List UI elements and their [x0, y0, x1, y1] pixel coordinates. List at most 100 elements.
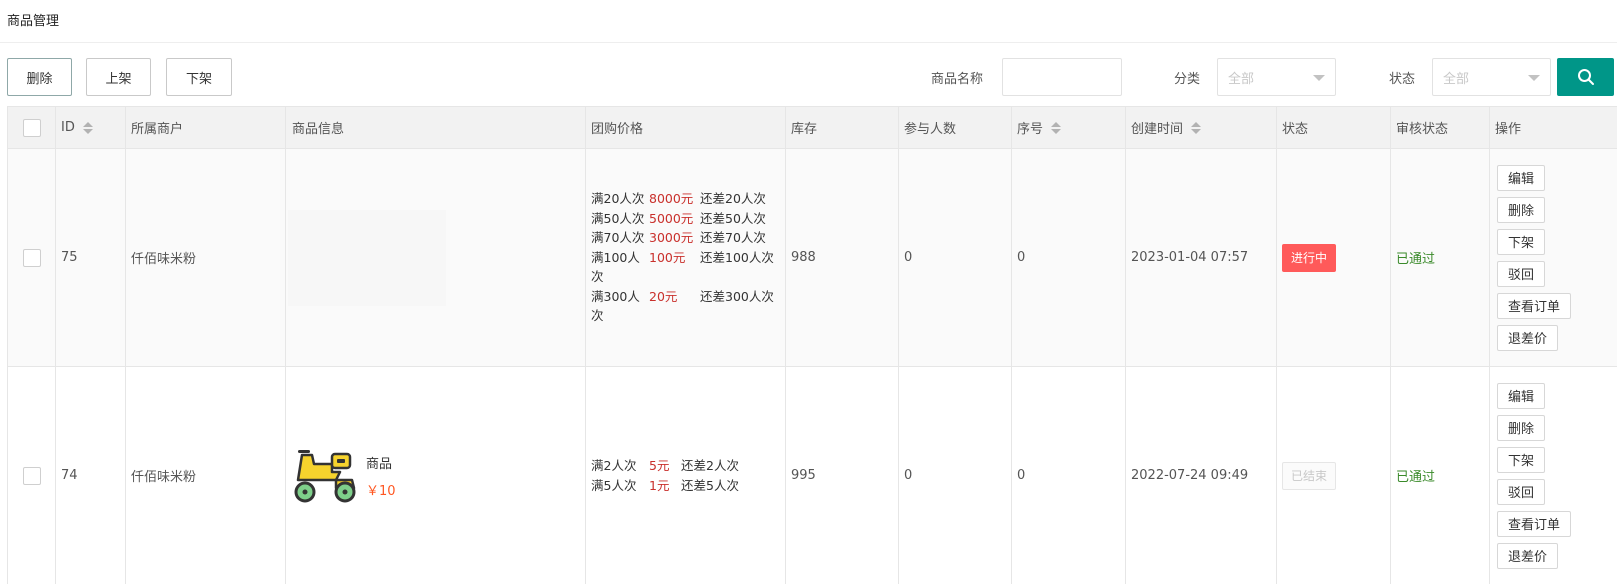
row-checkbox-cell [8, 367, 56, 584]
delete-row-button[interactable]: 删除 [1497, 196, 1546, 223]
header-id-label: ID [61, 120, 75, 135]
tier-condition: 满5人次 [591, 477, 637, 493]
category-select-value: 全部 [1228, 71, 1255, 87]
category-select[interactable]: 全部 [1217, 58, 1336, 96]
cell-merchant: 仟佰味米粉 [126, 149, 286, 366]
scooter-icon [294, 449, 356, 502]
audit-status: 已通过 [1396, 252, 1436, 267]
page-title: 商品管理 [7, 14, 60, 29]
select-all-checkbox[interactable] [22, 118, 41, 137]
refund-diff-button[interactable]: 退差价 [1497, 542, 1559, 569]
header-group-price: 团购价格 [586, 107, 786, 148]
cell-ops: 编辑 删除 下架 驳回 查看订单 退差价 [1490, 149, 1578, 366]
cell-id: 75 [56, 149, 126, 366]
price-tier: 满50人次 5000元 还差50人次 [591, 209, 774, 229]
header-seq[interactable]: 序号 [1012, 107, 1126, 148]
view-orders-button[interactable]: 查看订单 [1497, 510, 1572, 537]
tier-price: 3000元 [649, 230, 694, 246]
reject-button[interactable]: 驳回 [1497, 478, 1546, 505]
chevron-down-icon [1313, 75, 1325, 81]
tier-condition: 满70人次 [591, 230, 645, 246]
edit-button[interactable]: 编辑 [1497, 164, 1546, 191]
price-tier: 满5人次 1元 还差5人次 [591, 476, 739, 496]
goods-name-label: 商品名称 [931, 72, 984, 87]
take-down-button[interactable]: 下架 [1497, 446, 1546, 473]
edit-button[interactable]: 编辑 [1497, 382, 1546, 409]
search-button[interactable] [1557, 58, 1614, 96]
cell-goods-info: 商品 ￥10 [286, 367, 586, 584]
status-label: 状态 [1389, 72, 1416, 87]
goods-price: ￥10 [366, 483, 396, 499]
tier-remain: 还差5人次 [681, 477, 739, 493]
sort-icon[interactable] [1051, 121, 1062, 134]
table-row: 74 仟佰味米粉 商品 ￥10 满2人次 5元 还差2人次 满5人次 1元 还差… [8, 367, 1617, 584]
cell-merchant: 仟佰味米粉 [126, 367, 286, 584]
header-stock-label: 库存 [791, 122, 818, 137]
table-header-row: ID 所属商户 商品信息 团购价格 库存 参与人数 序号 创建时间 状态 审核状… [8, 107, 1617, 149]
take-down-button[interactable]: 下架 [1497, 228, 1546, 255]
row-checkbox[interactable] [22, 248, 41, 267]
cell-stock: 995 [786, 367, 899, 584]
tier-condition: 满2人次 [591, 458, 637, 473]
reject-button[interactable]: 驳回 [1497, 260, 1546, 287]
cell-group-price: 满20人次 8000元 还差20人次 满50人次 5000元 还差50人次 满70人次 3… [586, 149, 786, 366]
ops-group: 编辑 删除 下架 驳回 查看订单 退差价 [1495, 382, 1572, 569]
title-divider [0, 42, 1617, 43]
cell-stock: 988 [786, 149, 899, 366]
price-tier: 满20人次 8000元 还差20人次 [591, 189, 774, 209]
price-tier: 满70人次 3000元 还差70人次 [591, 228, 774, 248]
header-created-label: 创建时间 [1131, 122, 1184, 137]
tier-condition: 满20人次 [591, 191, 645, 207]
refund-diff-button[interactable]: 退差价 [1497, 324, 1559, 351]
tier-remain: 还差2人次 [681, 458, 739, 473]
tier-remain: 还差20人次 [700, 191, 766, 207]
price-tier: 满100人次 100元 还差100人次 [591, 248, 774, 287]
table-row: 75 仟佰味米粉 满20人次 8000元 还差20人次 满50人次 5000元 还差50… [8, 149, 1617, 367]
sort-icon[interactable] [82, 121, 93, 134]
delete-button[interactable]: 删除 [7, 58, 72, 96]
header-id[interactable]: ID [56, 107, 126, 148]
tier-price: 8000元 [649, 191, 694, 207]
tier-remain: 还差70人次 [700, 230, 766, 246]
ops-group: 编辑 删除 下架 驳回 查看订单 退差价 [1495, 164, 1572, 351]
goods-meta: 商品 ￥10 [366, 453, 396, 499]
price-tiers: 满2人次 5元 还差2人次 满5人次 1元 还差5人次 [591, 456, 739, 495]
goods-name-input[interactable] [1002, 58, 1122, 96]
goods-summary: 商品 ￥10 [286, 446, 396, 506]
cell-audit: 已通过 [1391, 367, 1490, 584]
tier-price: 5元 [649, 458, 670, 473]
header-ops: 操作 [1490, 107, 1578, 148]
header-ops-label: 操作 [1495, 122, 1522, 137]
cell-created: 2023-01-04 07:57 [1126, 149, 1277, 366]
list-down-button[interactable]: 下架 [166, 58, 232, 96]
header-merchant: 所属商户 [126, 107, 286, 148]
tier-price: 1元 [649, 477, 670, 493]
header-merchant-label: 所属商户 [131, 122, 184, 137]
search-icon [1577, 69, 1594, 85]
goods-name: 商品 [366, 456, 393, 472]
header-status-label: 状态 [1282, 122, 1309, 137]
tier-price: 20元 [649, 288, 678, 304]
header-audit: 审核状态 [1391, 107, 1490, 148]
category-label: 分类 [1174, 72, 1201, 87]
chevron-down-icon [1528, 75, 1540, 81]
row-checkbox[interactable] [22, 466, 41, 485]
view-orders-button[interactable]: 查看订单 [1497, 292, 1572, 319]
cell-id: 74 [56, 367, 126, 584]
sort-icon[interactable] [1191, 121, 1202, 134]
cell-participants: 0 [899, 149, 1012, 366]
header-goods-info: 商品信息 [286, 107, 586, 148]
tier-remain: 还差50人次 [700, 210, 766, 226]
cell-seq: 0 [1012, 149, 1126, 366]
list-up-button[interactable]: 上架 [86, 58, 151, 96]
delete-row-button[interactable]: 删除 [1497, 414, 1546, 441]
header-audit-label: 审核状态 [1396, 122, 1449, 137]
tier-price: 100元 [649, 249, 686, 265]
cell-participants: 0 [899, 367, 1012, 584]
header-created[interactable]: 创建时间 [1126, 107, 1277, 148]
status-select[interactable]: 全部 [1432, 58, 1551, 96]
tier-condition: 满300人次 [591, 288, 640, 324]
tier-remain: 还差300人次 [700, 288, 774, 304]
tier-price: 5000元 [649, 210, 694, 226]
header-checkbox-cell [8, 107, 56, 148]
